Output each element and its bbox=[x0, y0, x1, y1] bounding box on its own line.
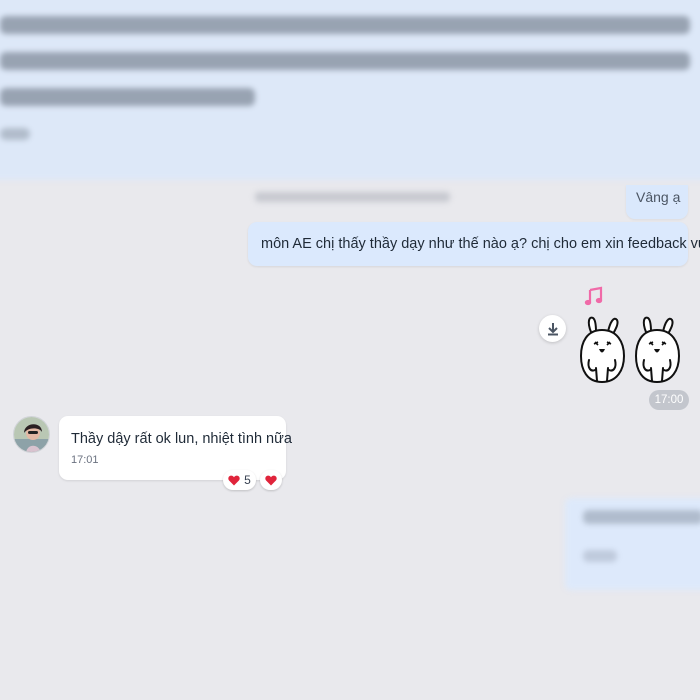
heart-icon bbox=[265, 475, 277, 485]
avatar[interactable] bbox=[13, 416, 50, 453]
blurred-divider bbox=[255, 192, 450, 202]
outgoing-message-question-text: môn AE chị thấy thầy dạy như thế nào ạ? … bbox=[261, 236, 700, 252]
incoming-message[interactable]: Thầy dậy rất ok lun, nhiệt tình nữa 17:0… bbox=[59, 416, 292, 480]
download-icon bbox=[547, 322, 558, 335]
heart-icon bbox=[228, 475, 240, 485]
blurred-message-bottom bbox=[565, 498, 700, 590]
outgoing-message-short[interactable]: Vâng ạ bbox=[626, 185, 688, 219]
chat-view: Vâng ạ môn AE chị thấy thầy dạy như thế … bbox=[0, 0, 700, 700]
download-button[interactable] bbox=[539, 315, 566, 342]
incoming-message-text: Thầy dậy rất ok lun, nhiệt tình nữa bbox=[71, 431, 292, 447]
outgoing-message-short-text: Vâng ạ bbox=[636, 189, 681, 205]
outgoing-message-question[interactable]: môn AE chị thấy thầy dạy như thế nào ạ? … bbox=[248, 222, 700, 266]
blurred-message-top bbox=[0, 0, 700, 180]
incoming-message-timestamp: 17:01 bbox=[71, 454, 99, 466]
reaction-heart-count[interactable]: 5 bbox=[223, 470, 256, 490]
add-reaction-heart-button[interactable] bbox=[260, 470, 282, 490]
music-note-icon bbox=[584, 286, 603, 306]
avatar-image bbox=[14, 417, 49, 452]
reaction-count: 5 bbox=[244, 473, 251, 487]
sticker-timestamp: 17:00 bbox=[649, 390, 689, 410]
bunny-sticker[interactable] bbox=[575, 312, 685, 384]
